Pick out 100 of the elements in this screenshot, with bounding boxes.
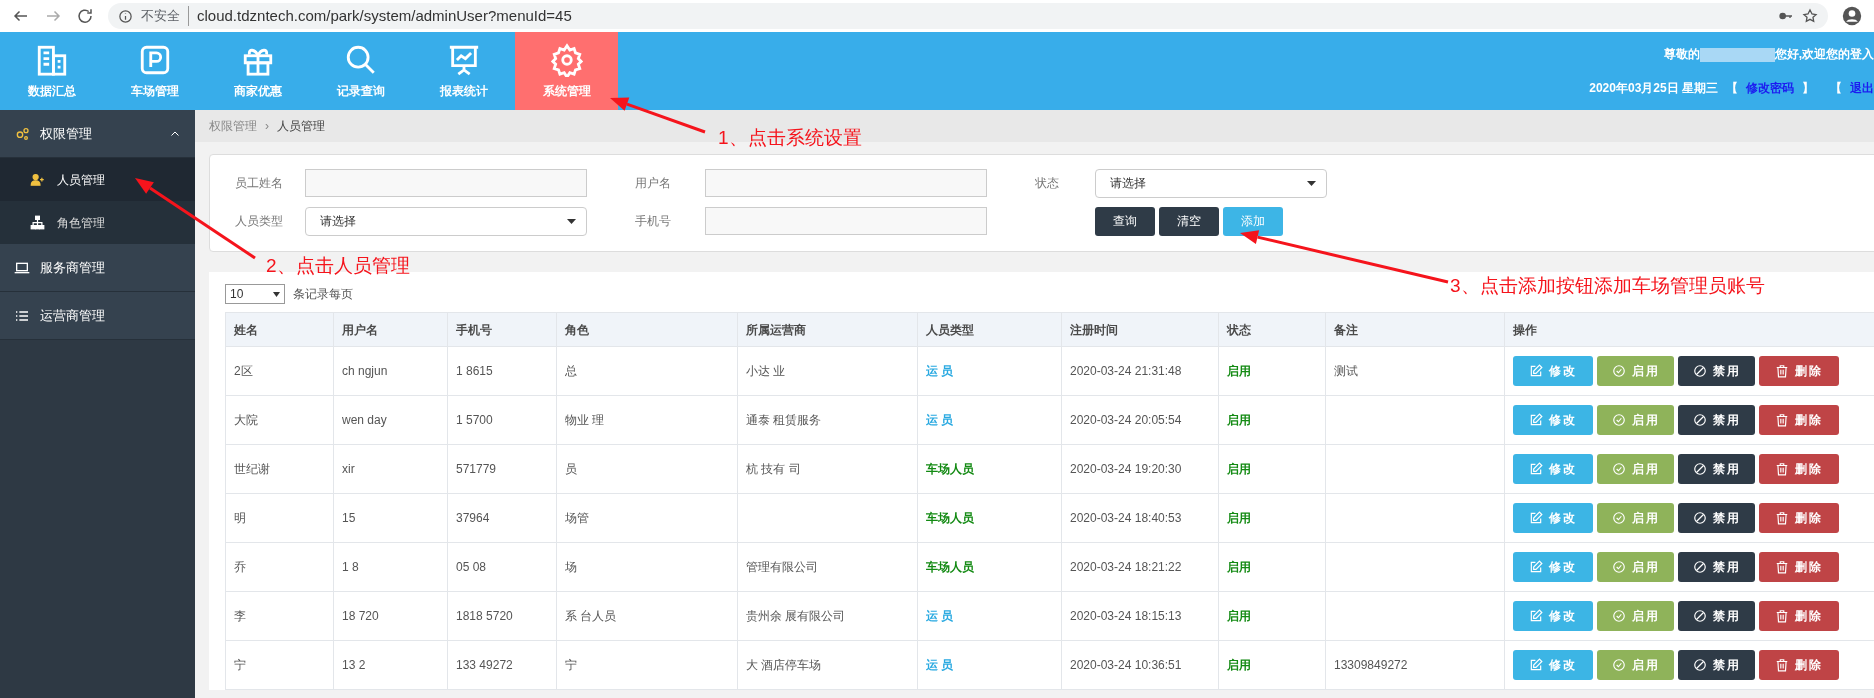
- table-cell: 2020-03-24 10:36:51: [1061, 640, 1219, 690]
- info-icon: [118, 8, 133, 24]
- action-button[interactable]: 禁用: [1678, 356, 1755, 386]
- change-password-link[interactable]: 修改密码: [1746, 79, 1794, 97]
- table-cell: 乔: [225, 542, 334, 592]
- action-button[interactable]: 删除: [1759, 650, 1839, 680]
- table-cell: 宁: [556, 640, 738, 690]
- column-header: 备注: [1325, 312, 1505, 347]
- action-button[interactable]: 禁用: [1678, 503, 1755, 533]
- select-field[interactable]: 请选择: [1095, 168, 1327, 198]
- field-label: 人员类型: [235, 213, 284, 230]
- table-cell: 明: [225, 493, 334, 543]
- page-size-label: 条记录每页: [293, 286, 353, 303]
- trash-icon: [1775, 364, 1789, 378]
- table-cell: 05 08: [447, 542, 557, 592]
- action-button[interactable]: 删除: [1759, 356, 1839, 386]
- table-cell: 场管: [556, 493, 738, 543]
- sidebar-subitem[interactable]: 角色管理: [0, 201, 195, 244]
- table-cell: 1 8615: [447, 346, 557, 396]
- check-circle-icon: [1611, 609, 1626, 623]
- caret-icon: [273, 291, 280, 297]
- field-label: 员工姓名: [235, 175, 284, 192]
- table-cell: 宁: [225, 640, 334, 690]
- edit-icon: [1529, 462, 1543, 476]
- ban-icon: [1692, 609, 1707, 623]
- avatar-icon: [1842, 6, 1862, 26]
- input-field[interactable]: [305, 169, 587, 197]
- trash-icon: [1775, 413, 1789, 427]
- select-field[interactable]: 请选择: [305, 206, 587, 236]
- sidebar-item[interactable]: 服务商管理: [0, 244, 195, 292]
- nav-tab[interactable]: 系统管理: [515, 32, 618, 110]
- column-header: 状态: [1218, 312, 1326, 347]
- table-cell: 世纪谢: [225, 444, 334, 494]
- filter-button[interactable]: 查询: [1095, 206, 1155, 236]
- url-text: cloud.tdzntech.com/park/system/adminUser?menuId=45: [197, 5, 572, 26]
- greeting-text: 您好,欢迎您的登入: [1774, 47, 1874, 61]
- settings-icon: [549, 42, 584, 77]
- bracket-text: 【: [1830, 80, 1842, 97]
- ban-icon: [1692, 658, 1707, 672]
- status-text: 启用: [1218, 640, 1326, 690]
- column-header: 操作: [1504, 312, 1874, 347]
- status-text: 启用: [1218, 395, 1326, 445]
- check-circle-icon: [1611, 364, 1626, 378]
- field-label: 用户名: [635, 175, 672, 192]
- table-cell: 37964: [447, 493, 557, 543]
- breadcrumb-separator: ›: [265, 118, 269, 135]
- table-cell: 系 台人员: [556, 591, 738, 641]
- action-button[interactable]: 删除: [1759, 405, 1839, 435]
- input-field[interactable]: [705, 169, 987, 197]
- greeting-text: 尊敬的: [1663, 47, 1700, 61]
- table-cell: 李: [225, 591, 334, 641]
- action-button[interactable]: 删除: [1759, 552, 1839, 582]
- status-text: 启用: [1218, 591, 1326, 641]
- field-label: 手机号: [635, 213, 672, 230]
- table-cell: 18 720: [333, 591, 448, 641]
- annotation-text: 3、点击添加按钮添加车场管理员账号: [1450, 274, 1765, 298]
- page-size-select[interactable]: 10: [225, 284, 285, 304]
- table-cell: 1 8: [333, 542, 448, 592]
- table-cell: 2020-03-24 18:40:53: [1061, 493, 1219, 543]
- table-cell: 通泰 租赁服务: [737, 395, 918, 445]
- action-button[interactable]: 禁用: [1678, 601, 1755, 631]
- logout-link[interactable]: 退出: [1850, 79, 1874, 97]
- address-bar[interactable]: 不安全 cloud.tdzntech.com/park/system/adminUser?menuId=45: [108, 3, 1828, 29]
- breadcrumb-item[interactable]: 权限管理: [209, 117, 257, 135]
- type-text: 运 员: [926, 609, 954, 623]
- table-cell: 场: [556, 542, 738, 592]
- table-cell: 1818 5720: [447, 591, 557, 641]
- table-cell: 2区: [225, 346, 334, 396]
- date-text: 2020年03月25日 星期三: [1589, 80, 1718, 97]
- table-cell: 小达 业: [737, 346, 918, 396]
- action-button[interactable]: 禁用: [1678, 552, 1755, 582]
- table-cell: 测试: [1325, 346, 1505, 396]
- action-button[interactable]: 禁用: [1678, 650, 1755, 680]
- edit-icon: [1529, 609, 1543, 623]
- table-cell: 2020-03-24 18:21:22: [1061, 542, 1219, 592]
- table-cell: xir: [333, 444, 448, 494]
- edit-icon: [1529, 560, 1543, 574]
- type-text: 运 员: [926, 658, 954, 672]
- action-button[interactable]: 禁用: [1678, 454, 1755, 484]
- check-circle-icon: [1611, 413, 1626, 427]
- action-button[interactable]: 删除: [1759, 601, 1839, 631]
- action-button[interactable]: 删除: [1759, 454, 1839, 484]
- action-button[interactable]: 删除: [1759, 503, 1839, 533]
- check-circle-icon: [1611, 511, 1626, 525]
- bracket-text: 】: [1802, 80, 1814, 97]
- action-button[interactable]: 禁用: [1678, 405, 1755, 435]
- sidebar-item[interactable]: 权限管理: [0, 110, 195, 158]
- trash-icon: [1775, 609, 1789, 623]
- input-field[interactable]: [705, 207, 987, 235]
- table-cell: 15: [333, 493, 448, 543]
- edit-icon: [1529, 658, 1543, 672]
- sidebar-subitem[interactable]: 人员管理: [0, 158, 195, 201]
- sidebar-item[interactable]: 运营商管理: [0, 292, 195, 340]
- filter-button[interactable]: 清空: [1159, 206, 1219, 236]
- column-header: 所属运营商: [737, 312, 918, 347]
- check-circle-icon: [1611, 658, 1626, 672]
- user-plus-icon: [30, 172, 45, 187]
- column-header: 注册时间: [1061, 312, 1219, 347]
- table-cell: 大 酒店停车场: [737, 640, 918, 690]
- status-text: 启用: [1218, 346, 1326, 396]
